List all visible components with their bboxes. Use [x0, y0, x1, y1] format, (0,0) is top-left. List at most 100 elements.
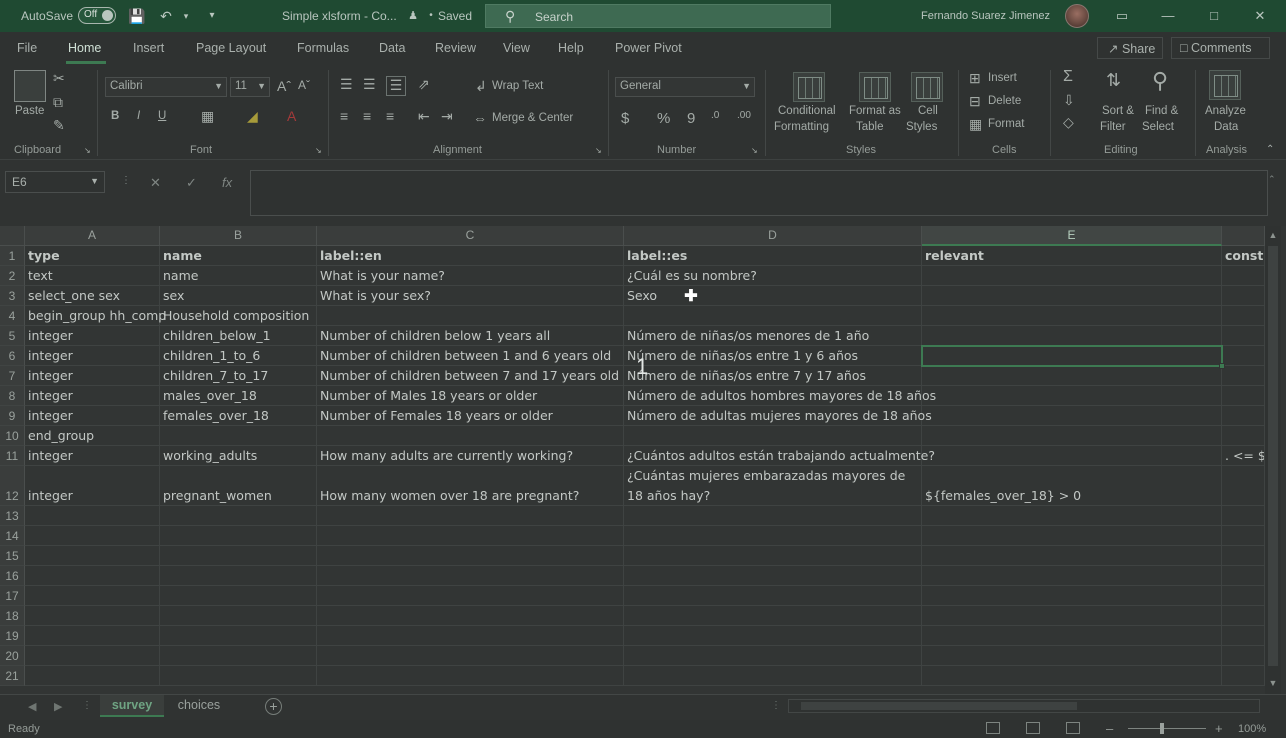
- orientation-icon[interactable]: ⇗: [418, 76, 430, 93]
- analyze-data-label-2[interactable]: Data: [1214, 121, 1238, 133]
- tab-review[interactable]: Review: [435, 41, 476, 55]
- italic-button[interactable]: I: [137, 110, 140, 122]
- cell[interactable]: [1222, 646, 1265, 666]
- borders-icon[interactable]: ▦: [201, 108, 214, 125]
- name-box[interactable]: E6 ▼: [5, 171, 105, 193]
- format-as-table-label-2[interactable]: Table: [856, 121, 884, 133]
- column-header[interactable]: D: [624, 226, 922, 246]
- align-center-icon[interactable]: ≡: [363, 108, 371, 124]
- sort-filter-label-1[interactable]: Sort &: [1102, 105, 1134, 117]
- cell[interactable]: Number of children below 1 years all: [317, 326, 624, 346]
- cell[interactable]: [624, 426, 922, 446]
- cell[interactable]: [1222, 306, 1265, 326]
- zoom-slider[interactable]: [1128, 728, 1206, 729]
- font-color-icon[interactable]: A: [287, 108, 296, 124]
- cell[interactable]: [1222, 586, 1265, 606]
- cell[interactable]: Número de adultas mujeres mayores de 18 …: [624, 406, 932, 426]
- increase-indent-icon[interactable]: ⇥: [441, 108, 453, 125]
- cell[interactable]: [160, 546, 317, 566]
- cell[interactable]: children_7_to_17: [160, 366, 317, 386]
- analyze-data-label-1[interactable]: Analyze: [1205, 105, 1246, 117]
- cell[interactable]: [922, 586, 1222, 606]
- cell[interactable]: [1222, 346, 1265, 366]
- number-format-select[interactable]: General ▼: [615, 77, 755, 97]
- cell[interactable]: Sexo: [624, 286, 922, 306]
- comments-button[interactable]: □ Comments: [1171, 37, 1270, 59]
- collapse-ribbon-icon[interactable]: ⌃: [1266, 144, 1274, 155]
- cell[interactable]: [922, 406, 1222, 426]
- row-header[interactable]: 10: [0, 426, 25, 446]
- cell[interactable]: [624, 566, 922, 586]
- cell[interactable]: [25, 646, 160, 666]
- cell[interactable]: [922, 626, 1222, 646]
- format-painter-icon[interactable]: ✎: [53, 117, 65, 134]
- cell[interactable]: name: [160, 266, 317, 286]
- tab-data[interactable]: Data: [379, 41, 405, 55]
- cell[interactable]: [317, 666, 624, 686]
- copy-icon[interactable]: ⧉: [53, 94, 63, 111]
- share-button[interactable]: ↗ Share: [1097, 37, 1163, 59]
- cell[interactable]: [1222, 526, 1265, 546]
- cell[interactable]: What is your sex?: [317, 286, 624, 306]
- cell[interactable]: [1222, 606, 1265, 626]
- cell[interactable]: [922, 266, 1222, 286]
- cell[interactable]: text: [25, 266, 160, 286]
- merge-center-button[interactable]: Merge & Center: [492, 112, 573, 124]
- cell[interactable]: [1222, 626, 1265, 646]
- page-layout-view-icon[interactable]: [1026, 722, 1040, 734]
- cell[interactable]: [624, 306, 922, 326]
- ribbon-display-options-icon[interactable]: ▭: [1110, 6, 1134, 26]
- cell[interactable]: What is your name?: [317, 266, 624, 286]
- minimize-icon[interactable]: —: [1156, 6, 1180, 26]
- cell[interactable]: [1222, 366, 1265, 386]
- cell[interactable]: [1222, 666, 1265, 686]
- column-header[interactable]: C: [317, 226, 624, 246]
- paste-label[interactable]: Paste: [15, 105, 44, 117]
- tab-view[interactable]: View: [503, 41, 530, 55]
- cell[interactable]: [1222, 466, 1265, 506]
- autosum-icon[interactable]: Σ: [1063, 68, 1073, 86]
- cell[interactable]: [160, 646, 317, 666]
- cell[interactable]: [1222, 286, 1265, 306]
- row-header[interactable]: 8: [0, 386, 25, 406]
- cell[interactable]: ¿Cuántas mujeres embarazadas mayores de …: [624, 466, 922, 506]
- add-sheet-button[interactable]: +: [265, 698, 282, 715]
- cell[interactable]: [160, 566, 317, 586]
- cell[interactable]: [317, 646, 624, 666]
- align-bottom-icon[interactable]: ☰: [386, 76, 406, 96]
- cell[interactable]: integer: [25, 466, 160, 506]
- format-as-table-label-1[interactable]: Format as: [849, 105, 901, 117]
- cell[interactable]: [922, 526, 1222, 546]
- tab-insert[interactable]: Insert: [133, 41, 164, 55]
- cell[interactable]: [922, 666, 1222, 686]
- row-header[interactable]: 13: [0, 506, 25, 526]
- cell[interactable]: label::en: [317, 246, 624, 266]
- comma-button[interactable]: 9: [687, 110, 695, 127]
- cell[interactable]: integer: [25, 406, 160, 426]
- undo-icon[interactable]: ↶: [156, 6, 176, 26]
- fill-handle[interactable]: [1219, 363, 1225, 369]
- cell[interactable]: ${females_over_18} > 0: [922, 466, 1222, 506]
- zoom-level[interactable]: 100%: [1238, 723, 1266, 735]
- cell[interactable]: [317, 506, 624, 526]
- cell[interactable]: constr: [1222, 246, 1265, 266]
- align-right-icon[interactable]: ≡: [386, 108, 394, 124]
- scroll-up-icon[interactable]: ▲: [1267, 230, 1279, 242]
- clear-icon[interactable]: ◇: [1063, 114, 1074, 131]
- bold-button[interactable]: B: [111, 110, 119, 122]
- row-header[interactable]: 16: [0, 566, 25, 586]
- row-header[interactable]: 21: [0, 666, 25, 686]
- column-header[interactable]: [1222, 226, 1265, 246]
- percent-button[interactable]: %: [657, 110, 670, 127]
- cell[interactable]: [922, 446, 1222, 466]
- scroll-thumb[interactable]: [1268, 246, 1278, 666]
- select-all-corner[interactable]: [0, 226, 25, 246]
- cell[interactable]: integer: [25, 446, 160, 466]
- avatar[interactable]: [1065, 4, 1089, 28]
- cell[interactable]: [317, 426, 624, 446]
- decrease-font-icon[interactable]: Aˇ: [298, 78, 310, 92]
- cell[interactable]: select_one sex: [25, 286, 160, 306]
- cell[interactable]: [624, 586, 922, 606]
- row-header[interactable]: 19: [0, 626, 25, 646]
- cell[interactable]: [1222, 566, 1265, 586]
